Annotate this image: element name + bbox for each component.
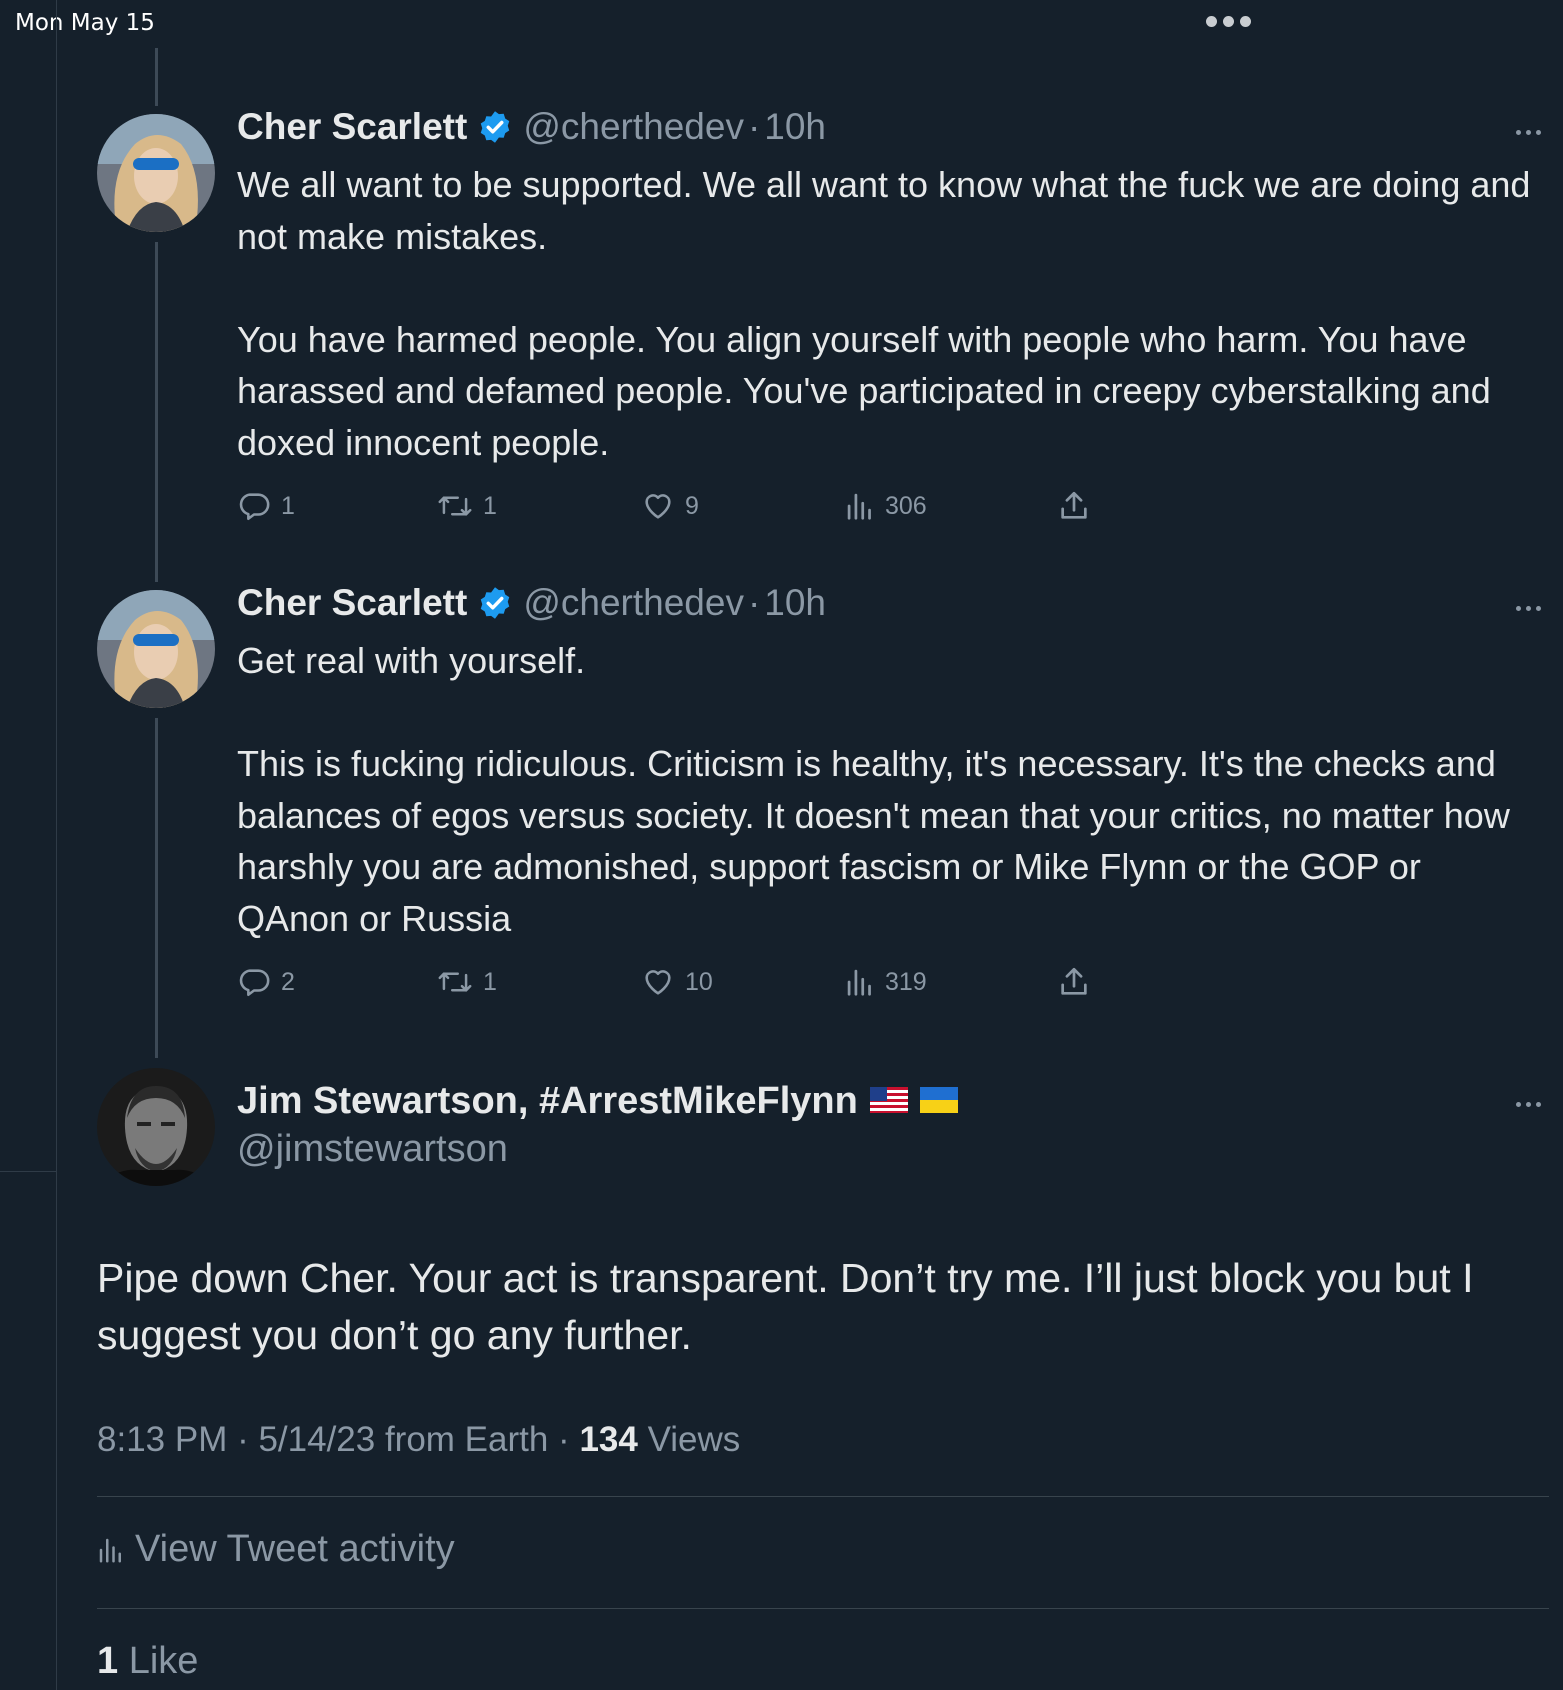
heart-icon [645, 494, 671, 519]
reply-count: 1 [281, 491, 295, 520]
tweet-paragraph: Get real with yourself. [237, 640, 586, 681]
thread-connector-line [155, 718, 158, 1058]
heart-icon [645, 970, 671, 995]
reply-icon [239, 493, 270, 521]
reply-icon [239, 969, 270, 997]
display-name[interactable]: Cher Scarlett [237, 582, 467, 624]
likes-count: 1 [97, 1640, 119, 1682]
view-count: 319 [885, 967, 927, 996]
left-rail-separator [0, 1171, 56, 1172]
divider [97, 1496, 1549, 1497]
views-label: Views [637, 1420, 741, 1459]
retweet-icon [438, 972, 472, 992]
us-flag-icon [869, 1080, 908, 1123]
handle[interactable]: @cherthedev [523, 106, 744, 148]
thread-connector-line [155, 242, 158, 582]
left-rail-divider [56, 0, 57, 1690]
like-count: 10 [685, 967, 713, 996]
analytics-icon [99, 1538, 121, 1562]
like-button[interactable]: 9 [641, 489, 699, 523]
avatar[interactable] [97, 1068, 215, 1186]
main-tweet-text: Pipe down Cher. Your act is transparent.… [97, 1255, 1474, 1358]
views-button[interactable]: 319 [845, 965, 927, 999]
like-count: 9 [685, 491, 699, 520]
reply-count: 2 [281, 967, 295, 996]
tweet-text: Get real with yourself. This is fucking … [237, 635, 1537, 944]
tweet-time[interactable]: 10h [764, 582, 826, 624]
display-name[interactable]: Jim Stewartson, #ArrestMikeFlynn [237, 1080, 858, 1123]
ukraine-flag-icon [919, 1080, 958, 1123]
retweet-icon [438, 496, 472, 516]
more-options-icon[interactable] [1516, 1102, 1541, 1107]
main-tweet-author: Jim Stewartson, #ArrestMikeFlynn [237, 1080, 958, 1123]
retweet-count: 1 [483, 491, 497, 520]
tweet-text: We all want to be supported. We all want… [237, 159, 1537, 468]
divider [97, 1608, 1549, 1609]
views-count: 134 [579, 1420, 638, 1459]
likes-summary[interactable]: 1 Like [97, 1640, 198, 1683]
tweet-header: Cher Scarlett @cherthedev · 10h [237, 582, 826, 624]
verified-badge-icon [477, 109, 513, 145]
thread-connector-line [155, 48, 158, 106]
tweet-header: Cher Scarlett @cherthedev · 10h [237, 106, 826, 148]
handle[interactable]: @cherthedev [523, 582, 744, 624]
analytics-icon [847, 969, 871, 996]
tweet-metadata: 8:13 PM · 5/14/23 from Earth · 134 Views [97, 1420, 740, 1460]
tweet-paragraph: This is fucking ridiculous. Criticism is… [237, 743, 1510, 939]
avatar[interactable] [97, 590, 215, 708]
avatar[interactable] [97, 114, 215, 232]
analytics-icon [847, 493, 871, 520]
tweet-time[interactable]: 10h [764, 106, 826, 148]
more-options-icon[interactable] [1516, 130, 1541, 135]
separator-dot: · [747, 106, 761, 147]
view-count: 306 [885, 491, 927, 520]
retweet-button[interactable]: 1 [437, 489, 497, 523]
views-button[interactable]: 306 [845, 489, 927, 523]
share-icon [1061, 967, 1087, 995]
handle[interactable]: @jimstewartson [237, 1128, 508, 1171]
tweet-paragraph: We all want to be supported. We all want… [237, 164, 1531, 257]
share-icon [1061, 491, 1087, 519]
status-bar-date: Mon May 15 [15, 10, 155, 36]
view-tweet-activity-link[interactable]: View Tweet activity [97, 1528, 455, 1571]
display-name[interactable]: Cher Scarlett [237, 106, 467, 148]
more-options-icon[interactable] [1516, 606, 1541, 611]
separator-dot: · [747, 582, 761, 623]
reply-button[interactable]: 2 [237, 965, 295, 999]
tweet-paragraph: You have harmed people. You align yourse… [237, 318, 1491, 463]
share-button[interactable] [1057, 965, 1091, 999]
activity-label: View Tweet activity [135, 1528, 455, 1570]
share-button[interactable] [1057, 489, 1091, 523]
tweet-timestamp[interactable]: 8:13 PM · 5/14/23 from Earth · [97, 1420, 579, 1459]
retweet-count: 1 [483, 967, 497, 996]
likes-label: Like [118, 1640, 199, 1682]
verified-badge-icon [477, 585, 513, 621]
reply-button[interactable]: 1 [237, 489, 295, 523]
retweet-button[interactable]: 1 [437, 965, 497, 999]
multitasking-dots-icon[interactable] [1206, 16, 1251, 27]
like-button[interactable]: 10 [641, 965, 713, 999]
